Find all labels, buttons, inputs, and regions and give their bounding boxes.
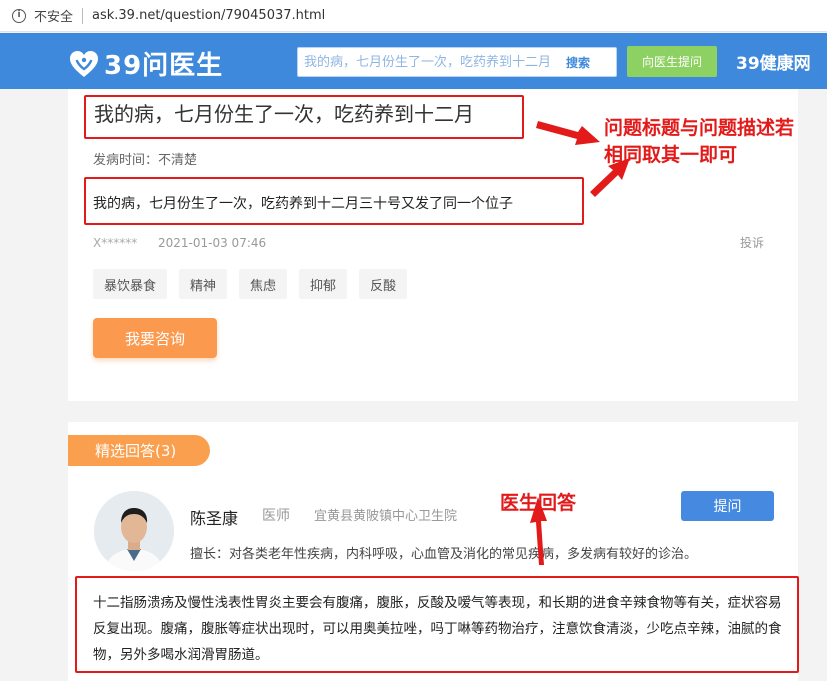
ask-doctor-button[interactable]: 向医生提问 [627,46,717,77]
browser-url-bar[interactable]: i 不安全 ask.39.net/question/79045037.html [0,0,827,32]
doctor-specialty: 擅长：对各类老年性疾病，内科呼吸，心血管及消化的常见疾病，多发病有较好的诊治。 [190,547,698,562]
question-author: X****** [93,236,138,250]
onset-time: 发病时间：不清楚 [93,153,198,168]
tag-item[interactable]: 抑郁 [299,269,348,299]
search-button[interactable]: 搜索 [566,54,590,71]
info-icon[interactable]: i [12,8,26,23]
description-highlight-box [84,177,584,225]
annotation-note-line1: 问题标题与问题描述若 [604,117,795,139]
brand-link[interactable]: 39健康网 [736,49,811,74]
answer-highlight-box [75,576,799,673]
doctor-hospital: 宜黄县黄陂镇中心卫生院 [314,509,458,524]
doctor-name[interactable]: 陈圣康 [190,505,238,529]
logo-text: 39问医生 [104,51,224,81]
tag-item[interactable]: 反酸 [359,269,408,299]
tag-item[interactable]: 焦虑 [239,269,288,299]
answers-section-title: 精选回答(3) [68,435,210,466]
annotation-note-doctor-answer: 医生回答 [500,492,577,514]
doctor-photo-icon [94,491,174,571]
search-input[interactable] [298,48,556,76]
question-date: 2021-01-03 07:46 [158,236,267,250]
site-logo[interactable]: 39问医生 [68,45,223,82]
url-text[interactable]: ask.39.net/question/79045037.html [92,8,325,23]
annotation-note-line2: 相同取其一即可 [604,144,738,166]
doctor-title: 医师 [262,508,290,524]
url-separator [82,7,84,24]
search-box: 搜索 [297,47,617,77]
report-link[interactable]: 投诉 [740,234,764,251]
ask-question-button[interactable]: 提问 [681,491,774,521]
heart-logo-icon [70,50,98,77]
tag-item[interactable]: 精神 [179,269,228,299]
doctor-avatar[interactable] [94,491,174,571]
title-highlight-box [84,95,524,139]
tag-list: 暴饮暴食 精神 焦虑 抑郁 反酸 [93,269,408,299]
security-label: 不安全 [34,10,74,25]
tag-item[interactable]: 暴饮暴食 [93,269,168,299]
consult-button[interactable]: 我要咨询 [93,318,217,358]
site-header: 39问医生 搜索 向医生提问 39健康网 [0,33,827,89]
